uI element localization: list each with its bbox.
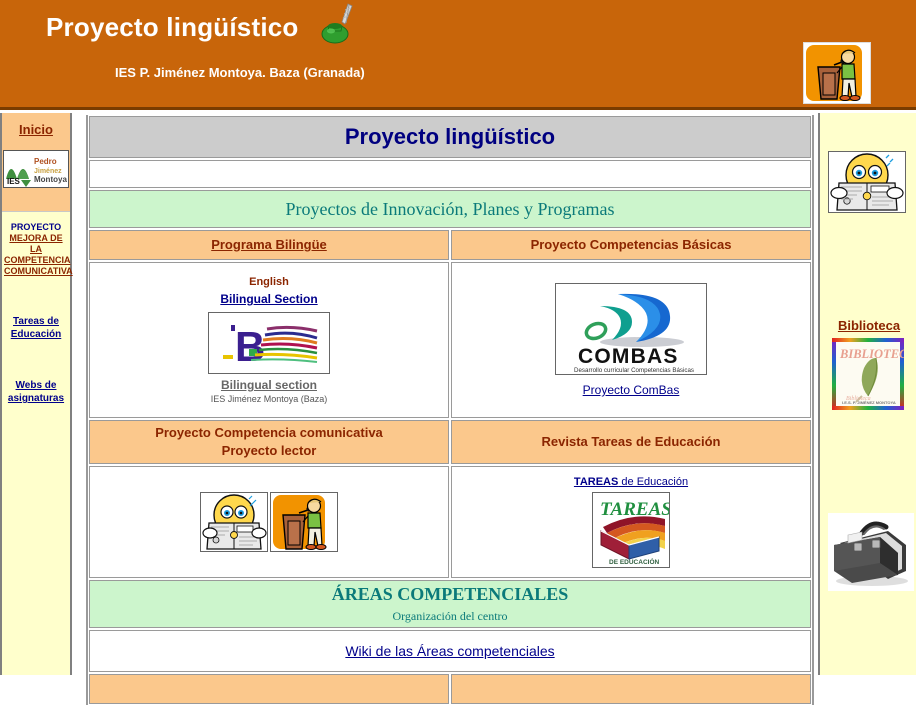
comunicativa-line2: Proyecto lector	[221, 443, 317, 458]
page-title-cell: Proyecto lingüístico	[89, 116, 811, 158]
comunicativa-line1: Proyecto Competencia comunicativa	[155, 425, 383, 440]
svg-text:IES: IES	[7, 177, 21, 186]
competencias-basicas-label: Proyecto Competencias Básicas	[530, 237, 732, 252]
cell-proyecto-lector	[89, 466, 449, 578]
table-row: ÁREAS COMPETENCIALES Organización del ce…	[88, 579, 812, 629]
table-row: Proyectos de Innovación, Planes y Progra…	[88, 189, 812, 229]
sidebar-item-proyecto-mejora[interactable]: PROYECTO MEJORA DE LA COMPETENCIA COMUNI…	[2, 212, 73, 277]
cell-bilingual-section: English Bilingual Section B Bilingual se…	[89, 262, 449, 418]
ies-logo-icon[interactable]: IES Pedro Jiménez Montoya	[3, 150, 69, 188]
main-content-table: Proyecto lingüístico Proyectos de Innova…	[86, 115, 814, 705]
svg-text:BIBLIOTECA: BIBLIOTECA	[839, 347, 904, 361]
spacer-cell	[89, 160, 811, 188]
sidebar-proyecto-line3: COMPETENCIA	[4, 255, 71, 265]
podium-speaker-image-2[interactable]	[270, 492, 338, 552]
smiley-reading-newspaper-icon[interactable]	[828, 151, 906, 213]
section-areas-cell: ÁREAS COMPETENCIALES Organización del ce…	[89, 580, 811, 628]
sidebar-proyecto-line2: MEJORA DE LA	[9, 233, 63, 254]
sidebar-inicio-block: Inicio IES Pedro Jiménez Montoya	[2, 113, 70, 212]
podium-speaker-image	[803, 42, 871, 104]
bilingual-caption-sub: IES Jiménez Montoya (Baza)	[210, 394, 328, 404]
section-innovacion-title: Proyectos de Innovación, Planes y Progra…	[285, 198, 615, 219]
bilingual-section-link[interactable]: Bilingual Section	[220, 292, 317, 306]
left-sidebar: Inicio IES Pedro Jiménez Montoya PROYECT…	[0, 113, 73, 675]
cell-combas: COMBAS Desarrollo curricular Competencia…	[451, 262, 811, 418]
table-row: TAREAS de Educación TAREAS DE EDUCACIÓN	[88, 465, 812, 579]
revista-tareas-label: Revista Tareas de Educación	[541, 434, 721, 449]
sidebar-item-inicio[interactable]: Inicio	[2, 113, 70, 145]
table-row: Programa Bilingüe Proyecto Competencias …	[88, 229, 812, 261]
tareas-logo-sub: DE EDUCACIÓN	[609, 557, 660, 566]
header-title: Proyecto lingüístico	[46, 12, 299, 42]
table-row: Wiki de las Áreas competenciales	[88, 629, 812, 673]
table-row: English Bilingual Section B Bilingual se…	[88, 261, 812, 419]
sidebar-proyecto-line1: PROYECTO	[10, 222, 62, 232]
right-sidebar: Biblioteca BIBLIOTECA	[818, 113, 916, 675]
sidebar-item-tareas-educacion[interactable]: Tareas de Educación	[2, 315, 70, 341]
page-header: Proyecto lingüístico IES P. Jiménez Mont…	[0, 0, 916, 110]
cell-revista-tareas: TAREAS de Educación TAREAS DE EDUCACIÓN	[451, 466, 811, 578]
sidebar-webs-line1: Webs de	[15, 380, 57, 391]
sidebar-item-biblioteca[interactable]: Biblioteca	[820, 318, 916, 333]
wiki-areas-link[interactable]: Wiki de las Áreas competenciales	[345, 643, 554, 659]
section-areas-title: ÁREAS COMPETENCIALES	[331, 584, 569, 604]
tareas-link-rest: de Educación	[618, 476, 689, 488]
tareas-logo-image[interactable]: TAREAS DE EDUCACIÓN	[592, 492, 670, 568]
biblioteca-logo-image[interactable]: BIBLIOTECA Biblioteca I.E.S. P. JIMÉNEZ …	[832, 338, 916, 410]
header-competencias-basicas: Proyecto Competencias Básicas	[451, 230, 811, 260]
svg-text:B: B	[235, 323, 265, 370]
cell-wiki-link: Wiki de las Áreas competenciales	[89, 630, 811, 672]
svg-text:Desarrollo curricular Competen: Desarrollo curricular Competencias Básic…	[574, 367, 694, 374]
inkwell-quill-icon	[315, 2, 363, 46]
bottom-orange-cell-right[interactable]	[451, 674, 811, 704]
section-areas-sub: Organización del centro	[392, 609, 508, 623]
sidebar-logo-block: IES Pedro Jiménez Montoya	[2, 145, 70, 193]
svg-text:Montoya: Montoya	[34, 175, 67, 184]
header-subtitle: IES P. Jiménez Montoya. Baza (Granada)	[115, 65, 365, 80]
svg-text:I.E.S. P. JIMÉNEZ MONTOYA: I.E.S. P. JIMÉNEZ MONTOYA	[842, 400, 896, 405]
svg-text:COMBAS: COMBAS	[578, 345, 679, 368]
bilingual-caption-link[interactable]: Bilingual section	[221, 378, 317, 392]
svg-text:Jiménez: Jiménez	[34, 168, 62, 175]
briefcase-image[interactable]	[828, 513, 914, 591]
table-row	[88, 673, 812, 705]
header-competencia-comunicativa: Proyecto Competencia comunicativa Proyec…	[89, 420, 449, 464]
table-row	[88, 159, 812, 189]
table-row: Proyecto lingüístico	[88, 115, 812, 159]
sidebar-item-webs-asignaturas[interactable]: Webs de asignaturas	[2, 379, 70, 405]
sidebar-proyecto-line4: COMUNICATIVA	[4, 266, 73, 276]
combas-logo-image[interactable]: COMBAS Desarrollo curricular Competencia…	[555, 283, 707, 375]
header-programa-bilingue[interactable]: Programa Bilingüe	[89, 230, 449, 260]
svg-text:TAREAS: TAREAS	[600, 499, 669, 520]
sidebar-tareas-line2: Educación	[10, 329, 62, 340]
sidebar-tareas-line1: Tareas de	[13, 316, 59, 327]
tareas-link-bold: TAREAS	[573, 476, 619, 488]
programa-bilingue-label: Programa Bilingüe	[211, 237, 327, 252]
english-label: English	[249, 276, 289, 288]
tareas-educacion-link[interactable]: TAREAS de Educación	[574, 476, 688, 488]
section-innovacion-cell: Proyectos de Innovación, Planes y Progra…	[89, 190, 811, 228]
svg-text:Pedro: Pedro	[34, 157, 57, 166]
table-row: Proyecto Competencia comunicativa Proyec…	[88, 419, 812, 465]
header-revista-tareas: Revista Tareas de Educación	[451, 420, 811, 464]
smiley-reading-newspaper-image[interactable]	[200, 492, 268, 552]
bilingual-logo-image[interactable]: B	[208, 312, 330, 374]
page-title: Proyecto lingüístico	[344, 124, 556, 149]
bottom-orange-cell-left[interactable]	[89, 674, 449, 704]
combas-caption-link[interactable]: Proyecto ComBas	[583, 383, 680, 397]
sidebar-webs-line2: asignaturas	[7, 393, 65, 404]
